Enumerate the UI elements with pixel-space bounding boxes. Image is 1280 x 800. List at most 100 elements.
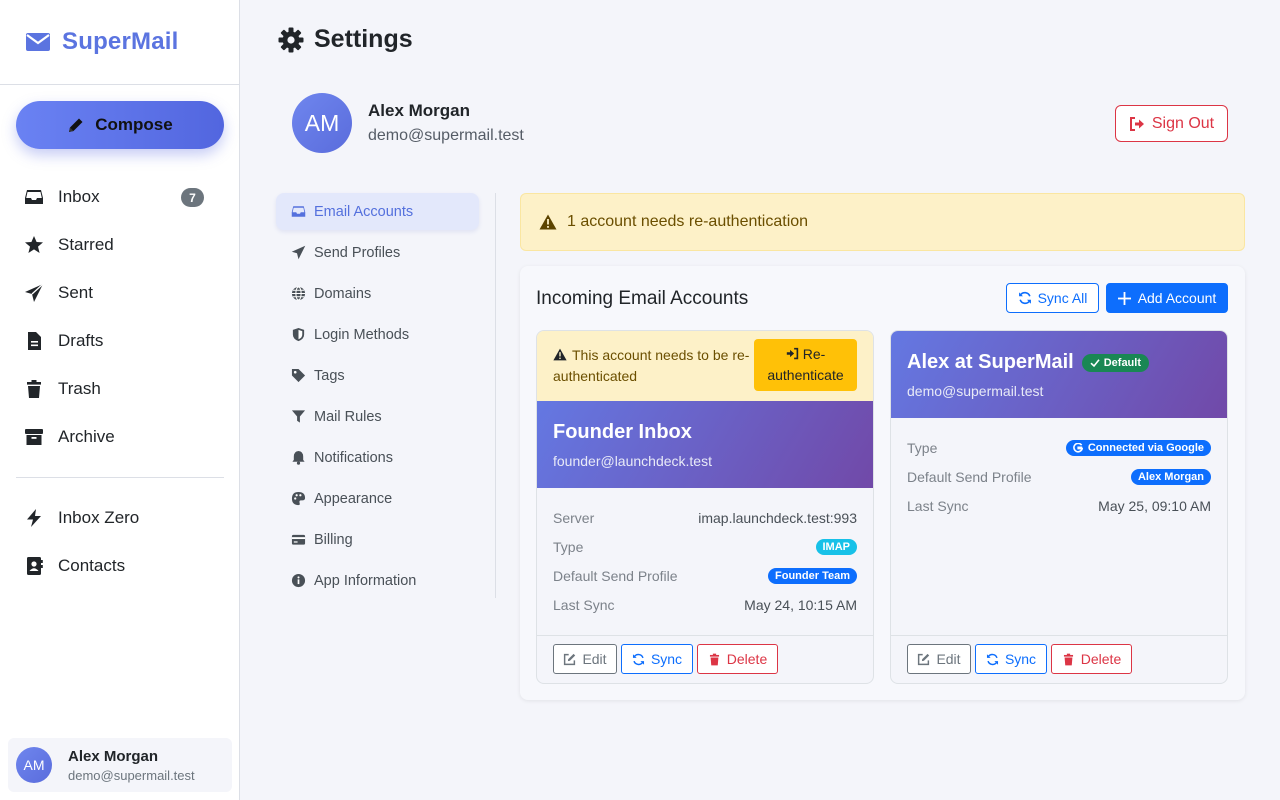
card-actions: Edit Sync Delete: [891, 635, 1227, 683]
detail-label: Default Send Profile: [553, 567, 678, 584]
sidebar-item-label: Inbox: [58, 187, 100, 206]
detail-row-type: Type IMAP: [553, 532, 857, 561]
sidebar-item-sent[interactable]: Sent: [16, 269, 224, 317]
account-email: founder@launchdeck.test: [553, 453, 712, 469]
warning-icon: [553, 348, 567, 361]
send-profile-badge: Alex Morgan: [1130, 468, 1211, 485]
sync-button[interactable]: Sync: [621, 644, 693, 674]
settings-item-login-methods[interactable]: Login Methods: [276, 316, 479, 353]
detail-value: imap.launchdeck.test:993: [698, 509, 857, 526]
settings-item-label: Send Profiles: [314, 244, 401, 261]
sidebar: SuperMail Compose Inbox 7 Starred Sent D…: [0, 0, 240, 800]
trash-icon: [24, 379, 44, 399]
account-name-text: Alex at SuperMail: [907, 351, 1074, 373]
settings-item-domains[interactable]: Domains: [276, 275, 479, 312]
avatar: AM: [16, 747, 52, 783]
detail-value: May 24, 10:15 AM: [744, 596, 857, 613]
settings-item-label: Email Accounts: [314, 203, 414, 220]
current-user-chip[interactable]: AM Alex Morgan demo@supermail.test: [8, 738, 232, 792]
detail-row-server: Server imap.launchdeck.test:993: [553, 503, 857, 532]
detail-label: Server: [553, 509, 595, 526]
reauthenticate-button[interactable]: Re-authenticate: [754, 339, 857, 391]
sync-label: Sync: [1004, 651, 1037, 667]
settings-item-tags[interactable]: Tags: [276, 357, 479, 394]
detail-row-last-sync: Last Sync May 24, 10:15 AM: [553, 590, 857, 619]
sign-out-icon: [1129, 116, 1145, 132]
warning-icon: [539, 214, 557, 230]
card-reauth-warning: This account needs to be re-authenticate…: [537, 331, 873, 401]
card-warning-text-wrap: This account needs to be re-authenticate…: [553, 345, 753, 387]
sidebar-item-starred[interactable]: Starred: [16, 221, 224, 269]
sidebar-item-drafts[interactable]: Drafts: [16, 317, 224, 365]
user-email: demo@supermail.test: [68, 767, 195, 783]
settings-item-label: Tags: [314, 367, 345, 384]
detail-label: Default Send Profile: [907, 468, 1032, 485]
delete-button[interactable]: Delete: [697, 644, 778, 674]
edit-label: Edit: [936, 651, 961, 667]
star-icon: [24, 235, 44, 255]
delete-label: Delete: [726, 651, 768, 667]
account-name-text: Founder Inbox: [553, 421, 692, 443]
avatar: AM: [292, 93, 352, 153]
envelope-icon: [26, 32, 50, 52]
settings-item-label: Login Methods: [314, 326, 410, 343]
settings-item-label: Notifications: [314, 449, 393, 466]
add-account-button[interactable]: Add Account: [1106, 283, 1228, 313]
settings-item-notifications[interactable]: Notifications: [276, 439, 479, 476]
edit-button[interactable]: Edit: [553, 644, 617, 674]
delete-button[interactable]: Delete: [1051, 644, 1132, 674]
sidebar-item-archive[interactable]: Archive: [16, 413, 224, 461]
sign-out-label: Sign Out: [1151, 114, 1215, 132]
accounts-panel: Incoming Email Accounts Sync All Add Acc…: [520, 266, 1245, 700]
sidebar-item-inbox[interactable]: Inbox 7: [16, 173, 224, 221]
settings-item-mail-rules[interactable]: Mail Rules: [276, 398, 479, 435]
type-badge: Connected via Google: [1065, 439, 1211, 456]
sync-button[interactable]: Sync: [975, 644, 1047, 674]
check-icon: [1090, 358, 1100, 368]
settings-nav-divider: [495, 193, 496, 598]
settings-item-appearance[interactable]: Appearance: [276, 480, 479, 517]
detail-row-type: Type Connected via Google: [907, 433, 1211, 462]
send-profile-badge: Founder Team: [768, 567, 857, 584]
brand-name: SuperMail: [62, 28, 179, 55]
main-nav: Inbox 7 Starred Sent Drafts Trash Archiv…: [16, 173, 224, 590]
settings-item-label: Appearance: [314, 490, 393, 507]
sidebar-item-trash[interactable]: Trash: [16, 365, 224, 413]
card-header: Founder Inbox founder@launchdeck.test: [537, 401, 873, 488]
globe-icon: [291, 286, 306, 301]
account-email: demo@supermail.test: [907, 383, 1044, 399]
file-icon: [24, 331, 44, 351]
filter-icon: [291, 409, 306, 424]
profile-email: demo@supermail.test: [368, 127, 524, 144]
sign-out-button[interactable]: Sign Out: [1115, 105, 1228, 142]
inbox-icon: [24, 187, 44, 207]
account-name: Alex at SuperMail Default: [907, 351, 1149, 374]
settings-item-send-profiles[interactable]: Send Profiles: [276, 234, 479, 271]
sidebar-item-label: Starred: [58, 235, 114, 254]
trash-icon: [708, 653, 721, 666]
settings-item-email-accounts[interactable]: Email Accounts: [276, 193, 479, 230]
add-account-label: Add Account: [1137, 290, 1217, 306]
settings-item-label: Domains: [314, 285, 372, 302]
gear-icon: [278, 27, 304, 53]
brand[interactable]: SuperMail: [0, 0, 239, 85]
delete-label: Delete: [1080, 651, 1122, 667]
edit-label: Edit: [582, 651, 607, 667]
sidebar-item-contacts[interactable]: Contacts: [16, 542, 224, 590]
settings-item-label: Mail Rules: [314, 408, 382, 425]
compose-button[interactable]: Compose: [16, 101, 224, 149]
sync-all-button[interactable]: Sync All: [1006, 283, 1099, 313]
settings-nav: Email Accounts Send Profiles Domains Log…: [276, 193, 479, 603]
panel-title: Incoming Email Accounts: [536, 288, 749, 309]
sidebar-item-label: Sent: [58, 283, 93, 302]
settings-item-app-information[interactable]: App Information: [276, 562, 479, 599]
refresh-icon: [632, 653, 645, 666]
reauthenticate-label: Re-authenticate: [767, 346, 844, 383]
sidebar-item-inbox-zero[interactable]: Inbox Zero: [16, 494, 224, 542]
type-badge: IMAP: [815, 538, 857, 555]
detail-label: Last Sync: [907, 497, 969, 514]
settings-item-billing[interactable]: Billing: [276, 521, 479, 558]
edit-button[interactable]: Edit: [907, 644, 971, 674]
info-circle-icon: [291, 573, 306, 588]
bell-icon: [291, 450, 306, 465]
